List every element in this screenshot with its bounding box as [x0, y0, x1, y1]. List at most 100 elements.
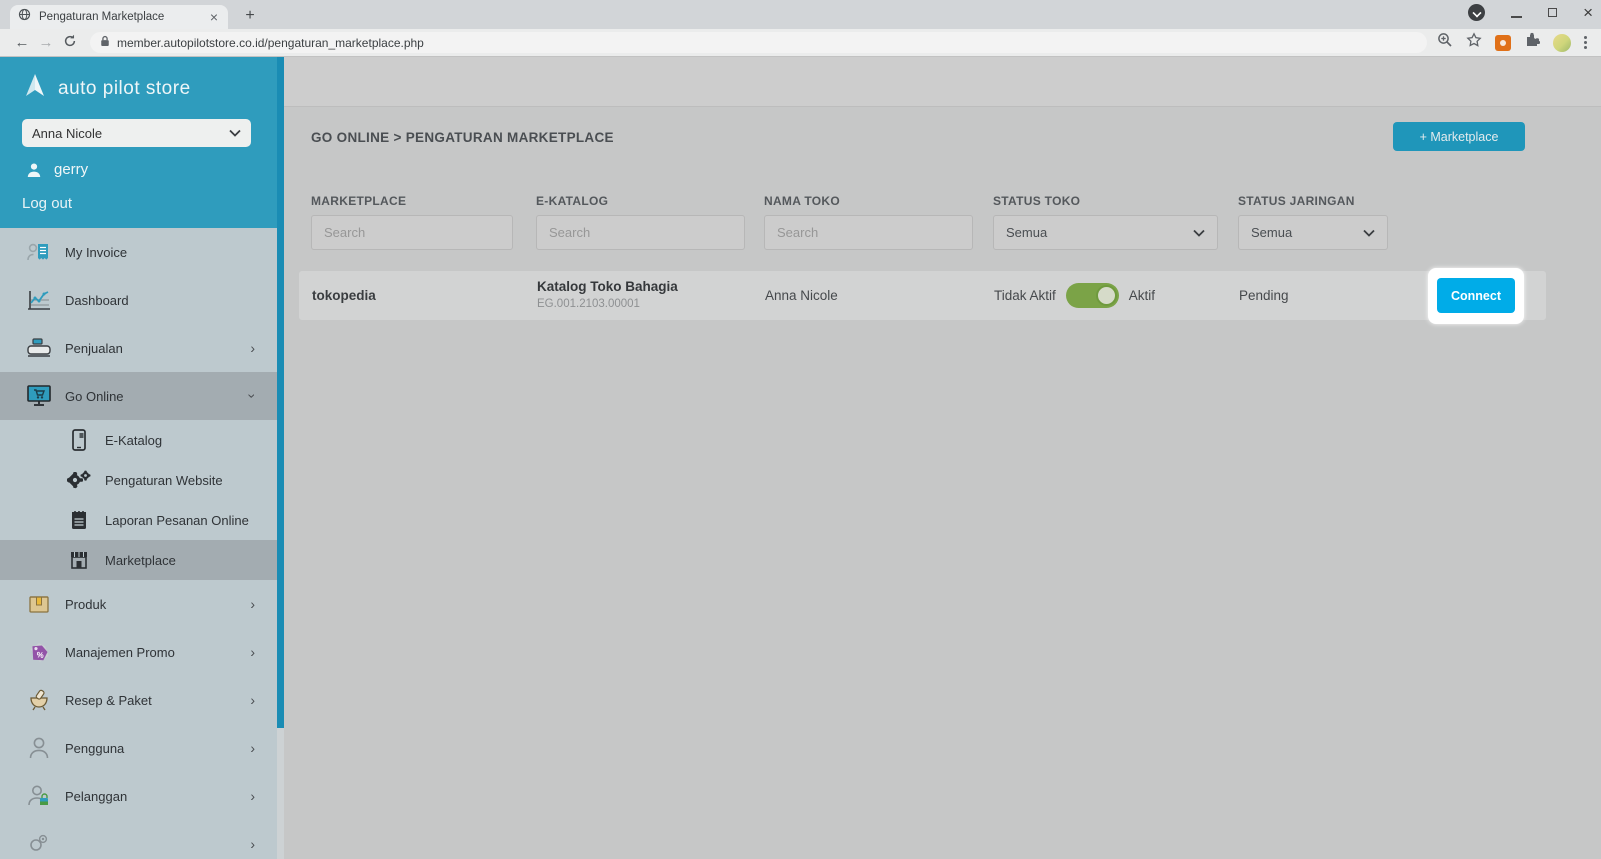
menu-label: Pengaturan Website — [105, 472, 223, 488]
sidebar-item-manajemen-promo[interactable]: % Manajemen Promo › — [0, 628, 277, 676]
profile-avatar[interactable] — [1553, 33, 1571, 52]
menu-label: Produk — [65, 596, 107, 612]
status-jaringan-select[interactable]: Semua — [1238, 215, 1388, 250]
minimize-button[interactable] — [1511, 15, 1523, 18]
storefront-icon — [66, 550, 92, 570]
user-row: gerry — [26, 161, 88, 178]
menu-label: Pengguna — [65, 740, 125, 756]
sidebar-item-penjualan[interactable]: Penjualan › — [0, 324, 277, 372]
menu-label: Penjualan — [65, 340, 123, 356]
filter-label-status-toko: STATUS TOKO — [993, 194, 1081, 208]
chevron-down-icon: › — [244, 393, 261, 399]
svg-text:%: % — [36, 650, 44, 660]
sidebar-item-laporan-pesanan-online[interactable]: Laporan Pesanan Online — [0, 500, 277, 540]
box-icon — [26, 593, 52, 615]
browser-menu-icon[interactable] — [1584, 36, 1587, 49]
sidebar-item-resep-paket[interactable]: Resep & Paket › — [0, 676, 277, 724]
chevron-right-icon: › — [250, 596, 255, 612]
row-marketplace-name: tokopedia — [312, 288, 376, 303]
back-button[interactable]: ← — [10, 34, 34, 51]
sidebar-item-pengguna[interactable]: Pengguna › — [0, 724, 277, 772]
sidebar-item-produk[interactable]: Produk › — [0, 580, 277, 628]
sidebar-item-go-online[interactable]: Go Online › — [0, 372, 277, 420]
address-bar[interactable]: member.autopilotstore.co.id/pengaturan_m… — [90, 32, 1427, 53]
chevron-down-icon — [1193, 229, 1205, 237]
marketplace-table-row: tokopedia Katalog Toko Bahagia EG.001.21… — [298, 268, 1547, 324]
sidebar-item-marketplace[interactable]: Marketplace — [0, 540, 277, 580]
monitor-cart-icon — [26, 384, 52, 408]
toggle-knob — [1095, 285, 1117, 306]
gear-report-icon — [26, 833, 52, 855]
person-icon — [27, 163, 41, 177]
sidebar: auto pilot store Anna Nicole gerry Log o… — [0, 57, 284, 859]
sidebar-item-partial[interactable]: › — [0, 820, 277, 859]
status-toko-toggle[interactable] — [1065, 283, 1119, 308]
filter-label-nama-toko: NAMA TOKO — [764, 194, 841, 208]
sidebar-item-pengaturan-website[interactable]: Pengaturan Website — [0, 460, 277, 500]
filter-label-status-jaringan: STATUS JARINGAN — [1238, 194, 1355, 208]
chevron-right-icon: › — [250, 836, 255, 852]
status-toko-select[interactable]: Semua — [993, 215, 1218, 250]
sidebar-item-dashboard[interactable]: Dashboard — [0, 276, 277, 324]
toggle-off-label: Tidak Aktif — [994, 288, 1056, 303]
chevron-down-icon — [229, 129, 241, 137]
row-status-jaringan: Pending — [1239, 288, 1289, 303]
customer-icon — [26, 784, 52, 808]
toggle-on-label: Aktif — [1128, 288, 1156, 303]
logout-link[interactable]: Log out — [22, 195, 72, 212]
shopping-extension-icon[interactable] — [1495, 34, 1511, 51]
restore-button[interactable] — [1548, 5, 1563, 17]
account-select[interactable]: Anna Nicole — [22, 119, 251, 147]
menu-label: Pelanggan — [65, 788, 128, 804]
row-ekatalog-code: EG.001.2103.00001 — [537, 298, 640, 310]
menu-label: Laporan Pesanan Online — [105, 512, 249, 528]
tutorial-spotlight: Connect — [1428, 268, 1524, 324]
dashboard-icon — [26, 289, 52, 311]
filter-label-ekatalog: E-KATALOG — [536, 194, 609, 208]
sidebar-header: auto pilot store Anna Nicole gerry Log o… — [0, 57, 277, 228]
paper-plane-logo-icon — [22, 73, 48, 104]
notebook-icon — [66, 510, 92, 530]
menu-label: Resep & Paket — [65, 692, 152, 708]
status-toko-select-value: Semua — [1006, 225, 1048, 240]
cash-register-icon — [26, 337, 52, 359]
chevron-right-icon: › — [250, 340, 255, 356]
ekatalog-search-input[interactable] — [536, 215, 745, 250]
sidebar-menu: My Invoice Dashboard Penjualan › Go Onli… — [0, 228, 277, 859]
forward-button[interactable]: → — [34, 34, 58, 51]
sidebar-item-e-katalog[interactable]: E-Katalog — [0, 420, 277, 460]
chevron-right-icon: › — [250, 692, 255, 708]
menu-label: My Invoice — [65, 244, 128, 260]
breadcrumb: GO ONLINE > PENGATURAN MARKETPLACE — [311, 129, 614, 145]
filter-label-marketplace: MARKETPLACE — [311, 194, 407, 208]
close-window-button[interactable]: × — [1583, 4, 1593, 21]
bookmark-star-icon[interactable] — [1466, 32, 1482, 53]
sidebar-scrollbar-thumb[interactable] — [277, 57, 284, 728]
browser-update-icon[interactable] — [1468, 4, 1486, 21]
connect-button[interactable]: Connect — [1437, 278, 1515, 313]
main-content: GO ONLINE > PENGATURAN MARKETPLACE + Mar… — [284, 57, 1601, 859]
row-nama-toko: Anna Nicole — [765, 288, 838, 303]
chevron-right-icon: › — [250, 788, 255, 804]
nama-toko-search-input[interactable] — [764, 215, 973, 250]
sidebar-item-my-invoice[interactable]: My Invoice — [0, 228, 277, 276]
extensions-puzzle-icon[interactable] — [1524, 32, 1541, 53]
menu-label: Manajemen Promo — [65, 644, 175, 660]
gears-icon — [66, 470, 92, 490]
username: gerry — [54, 161, 89, 178]
account-select-value: Anna Nicole — [32, 125, 103, 141]
browser-tab[interactable]: Pengaturan Marketplace × — [10, 5, 228, 29]
zoom-icon[interactable] — [1437, 32, 1453, 53]
lock-icon — [100, 34, 110, 52]
new-tab-button[interactable]: + — [240, 7, 260, 25]
marketplace-search-input[interactable] — [311, 215, 513, 250]
menu-label: Dashboard — [65, 292, 129, 308]
refresh-button[interactable] — [58, 34, 82, 52]
sidebar-scrollbar-track[interactable] — [277, 57, 284, 859]
sidebar-item-pelanggan[interactable]: Pelanggan › — [0, 772, 277, 820]
menu-label: Go Online — [65, 388, 124, 404]
app-logo-text: auto pilot store — [58, 77, 191, 99]
tab-close-icon[interactable]: × — [208, 9, 220, 25]
add-marketplace-button[interactable]: + Marketplace — [1393, 122, 1525, 151]
chevron-down-icon — [1363, 229, 1375, 237]
